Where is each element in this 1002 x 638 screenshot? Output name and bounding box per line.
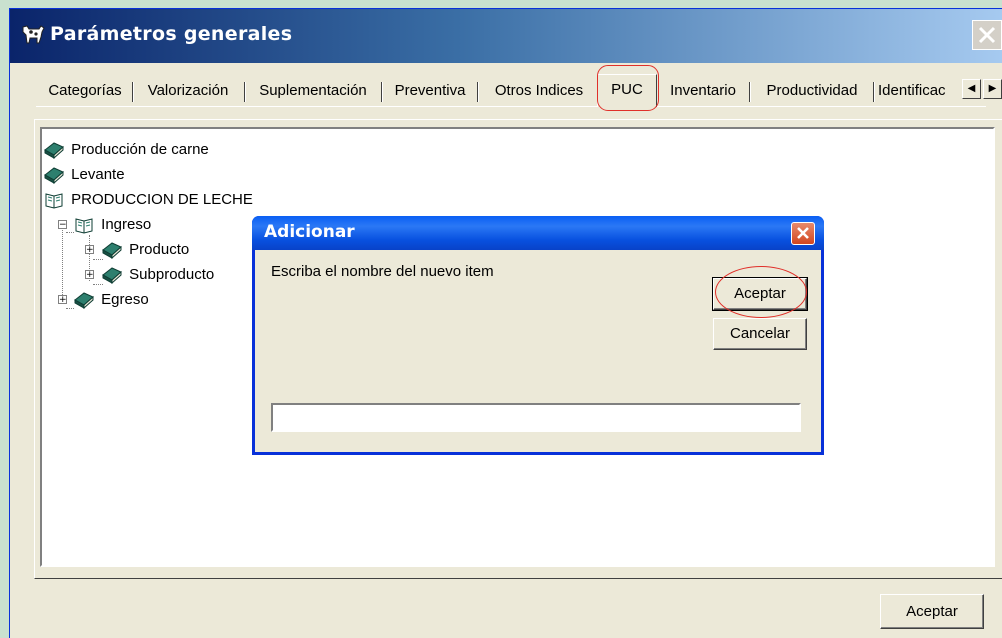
open-book-icon xyxy=(75,218,93,234)
close-icon xyxy=(978,26,996,44)
window-close-button[interactable] xyxy=(972,20,1002,50)
tree-expand-toggle[interactable]: + xyxy=(85,245,94,255)
tab-identificacion[interactable]: Identificac xyxy=(878,78,958,104)
tree-node[interactable]: PRODUCCION DE LECHE xyxy=(44,189,253,211)
tree-collapse-toggle[interactable]: − xyxy=(58,220,67,230)
dialog-cancel-button[interactable]: Cancelar xyxy=(713,318,807,350)
tree-node[interactable]: Ingreso xyxy=(74,214,151,236)
adicionar-dialog: Adicionar Escriba el nombre del nuevo it… xyxy=(252,216,824,455)
new-item-name-input[interactable] xyxy=(271,403,801,432)
open-book-icon xyxy=(45,193,63,209)
tab-valorizacion[interactable]: Valorización xyxy=(136,78,240,104)
tree-node-label: Ingreso xyxy=(101,216,152,234)
closed-book-icon xyxy=(44,167,64,185)
window-title: Parámetros generales xyxy=(50,23,293,45)
tab-otros-indices[interactable]: Otros Indices xyxy=(482,78,596,104)
dialog-ok-button[interactable]: Aceptar xyxy=(712,277,808,311)
tree-node-label: Egreso xyxy=(101,291,149,309)
tree-node[interactable]: Egreso xyxy=(74,289,149,311)
dialog-titlebar[interactable]: Adicionar xyxy=(252,216,824,250)
tree-node[interactable]: Subproducto xyxy=(102,264,214,286)
tree-node[interactable]: Producto xyxy=(102,239,189,261)
tree-node-label: Levante xyxy=(71,166,125,184)
window-titlebar[interactable]: Parámetros generales xyxy=(10,9,1002,63)
tab-inventario[interactable]: Inventario xyxy=(659,78,747,104)
tree-node-label: Producto xyxy=(129,241,190,259)
closed-book-icon xyxy=(102,242,122,260)
tab-scroll-arrows: ◀ ▶ xyxy=(962,79,1002,99)
tab-strip: Categorías Valorización Suplementación P… xyxy=(36,74,986,107)
tree-node-label: Subproducto xyxy=(129,266,215,284)
tree-node[interactable]: Levante xyxy=(44,164,125,186)
dialog-body: Escriba el nombre del nuevo item Aceptar… xyxy=(255,250,821,452)
tab-productividad[interactable]: Productividad xyxy=(753,78,871,104)
tab-preventiva[interactable]: Preventiva xyxy=(385,78,475,104)
closed-book-icon xyxy=(102,267,122,285)
dialog-prompt: Escriba el nombre del nuevo item xyxy=(271,263,494,280)
tree-expand-toggle[interactable]: + xyxy=(85,270,94,280)
arrow-left-icon: ◀ xyxy=(967,83,976,94)
dialog-title: Adicionar xyxy=(264,222,355,242)
tab-scroll-right-button[interactable]: ▶ xyxy=(983,79,1002,99)
arrow-right-icon: ▶ xyxy=(988,83,997,94)
cow-icon xyxy=(22,25,45,44)
tree-node-label: Producción de carne xyxy=(71,141,209,159)
closed-book-icon xyxy=(44,142,64,160)
tree-node-label: PRODUCCION DE LECHE xyxy=(71,191,253,209)
tab-suplementacion[interactable]: Suplementación xyxy=(248,78,378,104)
dialog-close-button[interactable] xyxy=(791,222,815,245)
main-ok-button[interactable]: Aceptar xyxy=(880,594,984,629)
tree-expand-toggle[interactable]: + xyxy=(58,295,67,305)
close-icon xyxy=(797,227,809,239)
tab-puc[interactable]: PUC xyxy=(597,74,657,107)
tab-scroll-left-button[interactable]: ◀ xyxy=(962,79,981,99)
tab-categorias[interactable]: Categorías xyxy=(40,78,130,104)
tree-node[interactable]: Producción de carne xyxy=(44,139,209,161)
closed-book-icon xyxy=(74,292,94,310)
